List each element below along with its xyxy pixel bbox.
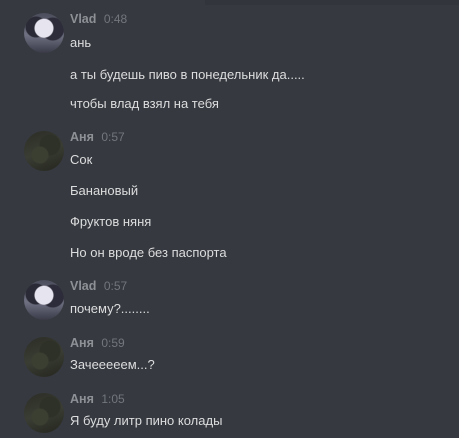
chat-messages[interactable]: Vlad 0:48 ань а ты будешь пиво в понедел… [0,0,459,438]
message-header: Аня 1:05 [70,390,125,408]
anya-avatar[interactable] [24,337,64,377]
timestamp: 0:48 [103,12,128,26]
message-text: чтобы влад взял на тебя [70,96,219,111]
timestamp: 0:57 [103,279,128,293]
message-group: Аня 0:59 Зачееееем...? [0,334,459,379]
message-text: Я буду литр пино колады [70,413,223,428]
vlad-avatar[interactable] [24,13,64,53]
message-header: Vlad 0:57 [70,277,127,295]
message-text: Зачееееем...? [70,357,155,372]
author-name[interactable]: Аня [70,392,94,406]
message-text: почему?........ [70,301,150,316]
message-group: Vlad 0:57 почему?........ [0,277,459,322]
message-text: а ты будешь пиво в понедельник да..... [70,67,305,82]
vlad-avatar[interactable] [24,280,64,320]
anya-avatar[interactable] [24,131,64,171]
message-text: Банановый [70,183,139,198]
message-text: Сок [70,152,93,167]
author-name[interactable]: Аня [70,336,94,350]
message-group: Аня 0:57 Сок Банановый Фруктов няня Но о… [0,128,459,263]
message-header: Vlad 0:48 [70,10,127,28]
author-name[interactable]: Vlad [70,279,96,293]
message-text: ань [70,35,92,50]
message-header: Аня 0:59 [70,334,125,352]
message-text: Фруктов няня [70,214,152,229]
timestamp: 1:05 [101,392,125,406]
timestamp: 0:57 [101,130,125,144]
timestamp: 0:59 [101,336,125,350]
anya-avatar[interactable] [24,393,64,433]
author-name[interactable]: Аня [70,130,94,144]
message-header: Аня 0:57 [70,128,125,146]
message-group: Аня 1:05 Я буду литр пино колады [0,390,459,435]
author-name[interactable]: Vlad [70,12,96,26]
message-group: Vlad 0:48 ань а ты будешь пиво в понедел… [0,10,459,113]
message-text: Но он вроде без паспорта [70,245,227,260]
